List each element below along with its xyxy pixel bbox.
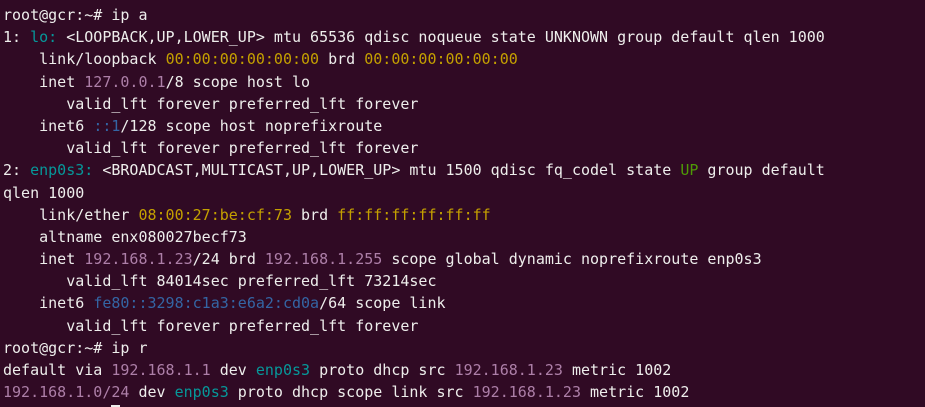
terminal-text-segment: /64 scope link	[319, 294, 446, 313]
terminal-text-segment: link/ether	[3, 205, 139, 224]
terminal-text-segment: inet	[3, 250, 85, 269]
terminal-text-segment: 192.168.1.23	[454, 361, 563, 379]
terminal-text-segment: ::1	[93, 116, 121, 135]
terminal-text-segment: /128 scope host noprefixroute	[120, 116, 383, 135]
terminal-line: inet 127.0.0.1/8 scope host lo	[3, 71, 925, 93]
terminal-text-segment: root@gcr:~# ip r	[3, 338, 148, 357]
terminal-line: root@gcr:~# ip a	[3, 4, 925, 26]
terminal-line: root@gcr:~# ip r	[3, 337, 925, 359]
terminal-text-segment: 127.0.0.1	[84, 72, 166, 91]
terminal-text-segment: 192.168.1.1	[111, 361, 211, 379]
terminal-line: 192.168.1.0/24 dev enp0s3 proto dhcp sco…	[3, 381, 925, 403]
terminal-text-segment: group default	[698, 161, 825, 180]
terminal-text-segment: 00:00:00:00:00:00	[165, 50, 320, 69]
terminal-line: inet6 fe80::3298:c1a3:e6a2:cd0a/64 scope…	[3, 292, 925, 314]
terminal-line: link/loopback 00:00:00:00:00:00 brd 00:0…	[3, 48, 925, 70]
terminal-line: qlen 1000	[3, 182, 925, 204]
terminal-line: inet 192.168.1.23/24 brd 192.168.1.255 s…	[3, 248, 925, 270]
terminal-text-segment: proto dhcp src	[310, 361, 455, 379]
terminal-text-segment: 1:	[3, 28, 31, 47]
terminal-line: 2: enp0s3: <BROADCAST,MULTICAST,UP,LOWER…	[3, 159, 925, 181]
terminal-line: root@gcr:~#	[3, 403, 925, 407]
terminal-text-segment: enp0s3	[255, 361, 311, 379]
terminal-text-segment: 08:00:27:be:cf:73	[138, 205, 292, 224]
terminal-text-segment: valid_lft forever preferred_lft forever	[3, 316, 419, 335]
terminal-output[interactable]: root@gcr:~# ip a 1: lo: <LOOPBACK,UP,LOWE…	[0, 0, 925, 407]
terminal-text-segment: qlen 1000	[3, 183, 85, 202]
terminal-text-segment: inet6	[3, 116, 94, 135]
terminal-text-segment: brd	[319, 50, 365, 69]
terminal-text-segment: 192.168.1.23	[84, 250, 193, 269]
terminal-text-segment: /8 scope host lo	[165, 72, 311, 91]
terminal-text-segment: inet	[3, 72, 85, 91]
terminal-text-segment: 192.168.1.23	[472, 383, 581, 402]
terminal-text-segment: valid_lft forever preferred_lft forever	[3, 139, 419, 158]
terminal-line: valid_lft forever preferred_lft forever	[3, 93, 925, 115]
terminal-text-segment: fe80::3298:c1a3:e6a2:cd0a	[93, 294, 320, 313]
terminal-text-segment: metric 1002	[562, 361, 672, 379]
terminal-line: inet6 ::1/128 scope host noprefixroute	[3, 115, 925, 137]
terminal-text-segment: link/loopback	[3, 50, 166, 69]
terminal-text-segment: 2:	[3, 161, 31, 180]
terminal-text-segment: <BROADCAST,MULTICAST,UP,LOWER_UP> mtu 15…	[93, 161, 681, 180]
terminal-text-segment: 192.168.1.255	[264, 250, 383, 269]
terminal-text-segment: enp0s3	[174, 383, 229, 402]
terminal-text-segment: 00:00:00:00:00:00	[364, 50, 518, 69]
terminal-text-segment: root@gcr:~# ip a	[3, 6, 148, 24]
terminal-text-segment: /24 brd	[192, 250, 265, 269]
terminal-text-segment: altname enx080027becf73	[3, 227, 247, 246]
terminal-line: valid_lft 84014sec preferred_lft 73214se…	[3, 270, 925, 292]
terminal-text-segment: dev	[129, 383, 175, 402]
terminal-text-segment: lo:	[30, 28, 58, 47]
terminal-text-segment: metric 1002	[581, 383, 690, 402]
terminal-text-segment: enp0s3:	[30, 161, 94, 180]
terminal-text-segment: valid_lft forever preferred_lft forever	[3, 94, 419, 113]
terminal-text-segment: valid_lft 84014sec preferred_lft 73214se…	[3, 272, 437, 291]
terminal-text-segment: default via	[3, 361, 112, 379]
terminal-line: default via 192.168.1.1 dev enp0s3 proto…	[3, 359, 925, 381]
terminal-text-segment: scope global dynamic noprefixroute enp0s…	[382, 250, 762, 269]
terminal-text-segment: ff:ff:ff:ff:ff:ff	[337, 205, 491, 224]
terminal-line: valid_lft forever preferred_lft forever	[3, 315, 925, 337]
terminal-line: altname enx080027becf73	[3, 226, 925, 248]
terminal-line: link/ether 08:00:27:be:cf:73 brd ff:ff:f…	[3, 204, 925, 226]
terminal-text-segment: 192.168.1.0/24	[3, 383, 130, 402]
terminal-text-segment: brd	[292, 205, 338, 224]
terminal-line: 1: lo: <LOOPBACK,UP,LOWER_UP> mtu 65536 …	[3, 26, 925, 48]
terminal-line: valid_lft forever preferred_lft forever	[3, 137, 925, 159]
terminal-text-segment: <LOOPBACK,UP,LOWER_UP> mtu 65536 qdisc n…	[57, 28, 825, 47]
terminal-text-segment: proto dhcp scope link src	[228, 383, 473, 402]
terminal-text-segment: UP	[680, 161, 699, 180]
terminal-text-segment: inet6	[3, 294, 94, 313]
terminal-text-segment: dev	[210, 361, 256, 379]
